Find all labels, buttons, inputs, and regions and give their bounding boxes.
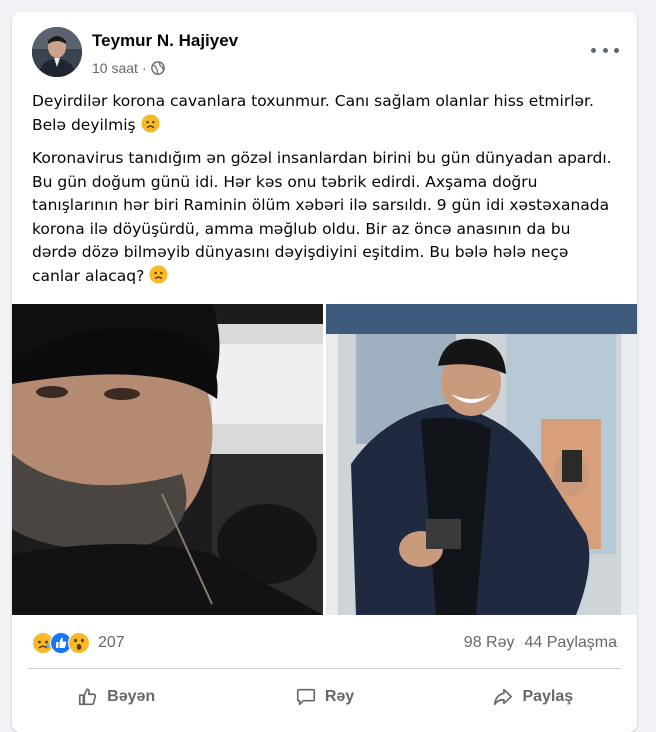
avatar[interactable] [32,27,82,77]
author-name[interactable]: Teymur N. Hajiyev [92,31,238,51]
like-button[interactable]: Bəyən [12,677,220,717]
post-photo-right[interactable] [326,304,637,615]
share-label: Paylaş [522,688,574,705]
shares-count[interactable]: 44 Paylaşma [525,634,618,652]
post-text-paragraph-2: Koronavirus tanıdığım ən gözəl insanlard… [32,149,612,285]
comment-icon [296,688,315,706]
post-photo-left[interactable] [12,304,323,615]
divider [28,668,621,669]
post-meta: 10 saat · [92,60,165,76]
reactions-summary[interactable]: 207 [32,632,125,654]
post-text-paragraph-1: Deyirdilər korona cavanlara toxunmur. Ca… [32,92,594,134]
post-actions: Bəyən Rəy Paylaş [12,677,637,717]
comment-button[interactable]: Rəy [220,677,428,717]
share-icon [494,688,513,706]
sad-face-icon [141,113,160,133]
sad-face-icon [149,264,168,284]
wow-reaction-icon [68,632,90,654]
more-options-icon[interactable] [591,40,619,60]
reactions-count: 207 [98,634,125,651]
engagement-counts: 98 Rəy 44 Paylaşma [464,634,617,652]
comments-count[interactable]: 98 Rəy [464,634,515,652]
post-card: Teymur N. Hajiyev 10 saat · Deyirdilər k… [12,12,637,732]
globe-icon[interactable] [150,61,165,75]
comment-label: Rəy [324,688,355,705]
like-label: Bəyən [107,688,156,705]
post-time[interactable]: 10 saat [92,60,138,76]
thumbs-up-icon [79,688,97,706]
share-button[interactable]: Paylaş [429,677,637,717]
